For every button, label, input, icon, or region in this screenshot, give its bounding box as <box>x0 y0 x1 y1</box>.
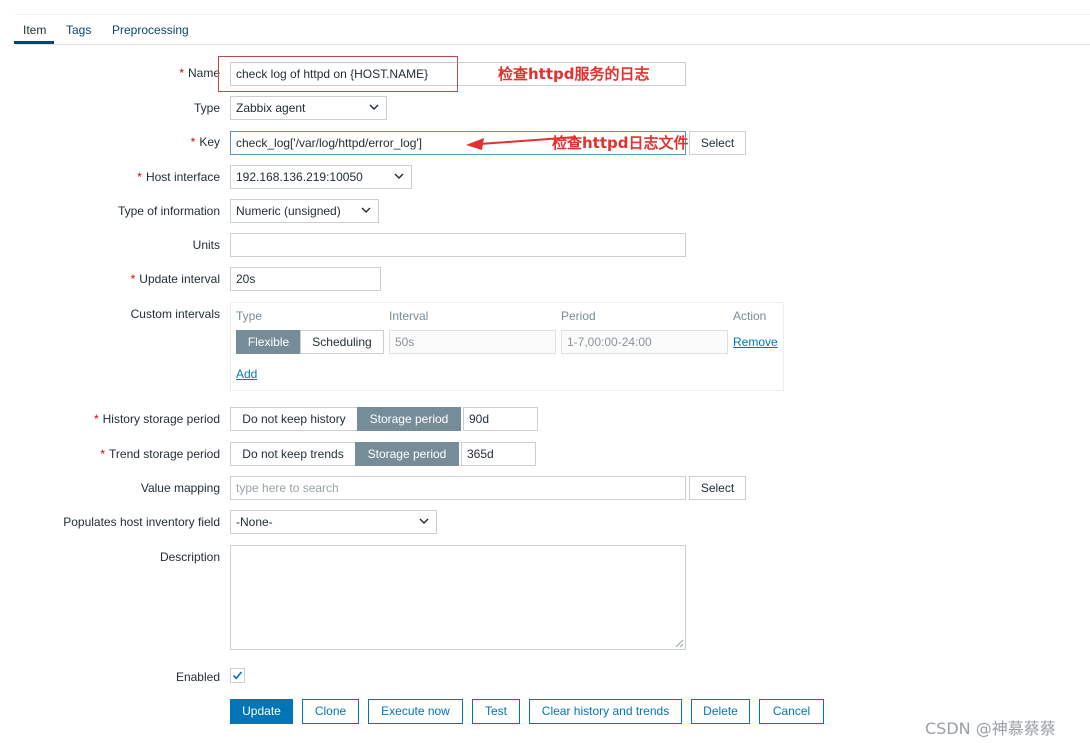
value-mapping-input[interactable]: type here to search <box>230 476 686 500</box>
host-interface-value: 192.168.136.219:10050 <box>236 170 363 184</box>
units-label: Units <box>192 238 220 252</box>
description-label: Description <box>159 550 220 564</box>
value-mapping-label: Value mapping <box>140 481 220 495</box>
chevron-down-icon <box>369 104 379 110</box>
top-divider <box>15 14 1090 15</box>
history-do-not-keep-toggle[interactable]: Do not keep history <box>230 407 358 431</box>
type-of-information-select[interactable]: Numeric (unsigned) <box>230 199 379 223</box>
type-of-information-label: Type of information <box>117 204 220 218</box>
host-interface-select[interactable]: 192.168.136.219:10050 <box>230 165 412 189</box>
chevron-down-icon <box>394 173 404 179</box>
scheduling-toggle[interactable]: Scheduling <box>300 330 384 354</box>
col-action-header: Action <box>733 309 767 323</box>
host-interface-label: * Host interface <box>137 170 220 184</box>
key-select-button[interactable]: Select <box>689 131 746 155</box>
resize-handle-icon[interactable] <box>675 639 684 648</box>
execute-now-button[interactable]: Execute now <box>368 699 463 724</box>
col-type-header: Type <box>236 309 263 323</box>
name-label: * Name <box>179 66 220 80</box>
name-highlight-box <box>218 56 458 92</box>
update-interval-label: * Update interval <box>130 272 220 286</box>
description-textarea[interactable] <box>230 545 686 650</box>
add-interval-link[interactable]: Add <box>236 367 257 381</box>
col-interval-header: Interval <box>389 309 429 323</box>
tabs-divider <box>15 44 1090 45</box>
chevron-down-icon <box>419 518 429 524</box>
delete-button[interactable]: Delete <box>691 699 750 724</box>
col-period-header: Period <box>561 309 596 323</box>
update-button[interactable]: Update <box>230 699 293 724</box>
test-button[interactable]: Test <box>472 699 520 724</box>
trend-do-not-keep-toggle[interactable]: Do not keep trends <box>230 442 356 466</box>
history-period-input[interactable]: 90d <box>463 407 538 431</box>
enabled-checkbox[interactable] <box>230 668 245 683</box>
watermark: CSDN @神慕蔡蔡 <box>925 719 1056 738</box>
cancel-button[interactable]: Cancel <box>759 699 824 724</box>
tab-preprocessing[interactable]: Preprocessing <box>112 23 189 37</box>
type-select[interactable]: Zabbix agent <box>230 96 387 120</box>
remove-interval-link[interactable]: Remove <box>733 335 778 349</box>
type-label: Type <box>193 101 220 115</box>
inventory-field-select[interactable]: -None- <box>230 510 437 534</box>
trend-storage-period-toggle[interactable]: Storage period <box>355 442 459 466</box>
tab-item[interactable]: Item <box>23 23 46 37</box>
tab-tags[interactable]: Tags <box>66 23 91 37</box>
type-select-value: Zabbix agent <box>236 101 306 115</box>
custom-period-input[interactable]: 1-7,00:00-24:00 <box>561 330 728 354</box>
trend-period-input[interactable]: 365d <box>461 442 536 466</box>
update-interval-input[interactable]: 20s <box>230 267 381 291</box>
clear-history-and-trends-button[interactable]: Clear history and trends <box>529 699 682 724</box>
check-icon <box>232 671 243 680</box>
custom-interval-input[interactable]: 50s <box>389 330 556 354</box>
value-mapping-select-button[interactable]: Select <box>689 476 746 500</box>
clone-button[interactable]: Clone <box>302 699 359 724</box>
flexible-toggle[interactable]: Flexible <box>236 330 301 354</box>
history-storage-label: * History storage period <box>93 412 220 426</box>
name-annotation: 检查httpd服务的日志 <box>498 65 650 83</box>
custom-intervals-label: Custom intervals <box>130 307 220 321</box>
enabled-label: Enabled <box>175 670 220 684</box>
type-of-information-value: Numeric (unsigned) <box>236 204 341 218</box>
key-annotation: 检查httpd日志文件 <box>552 134 689 152</box>
trend-storage-label: * Trend storage period <box>100 447 220 461</box>
chevron-down-icon <box>361 207 371 213</box>
inventory-field-value: -None- <box>236 515 273 529</box>
units-input[interactable] <box>230 233 686 257</box>
history-storage-period-toggle[interactable]: Storage period <box>357 407 461 431</box>
inventory-field-label: Populates host inventory field <box>63 515 220 529</box>
key-label: * Key <box>190 135 220 149</box>
